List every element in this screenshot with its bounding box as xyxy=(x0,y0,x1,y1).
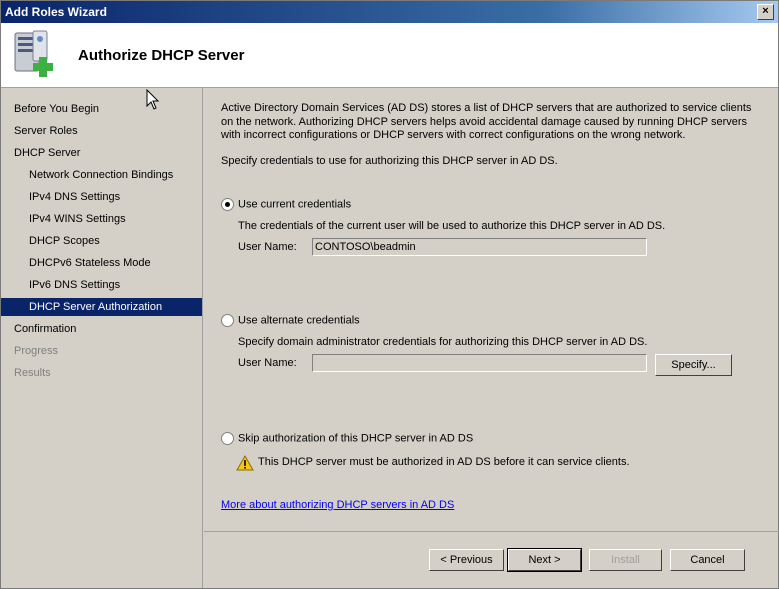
step-server-roles[interactable]: Server Roles xyxy=(1,122,202,140)
wizard-steps-sidebar: Before You Begin Server Roles DHCP Serve… xyxy=(1,88,203,588)
step-network-connection-bindings[interactable]: Network Connection Bindings xyxy=(1,166,202,184)
title-bar[interactable]: Add Roles Wizard × xyxy=(1,1,778,23)
current-user-name-label: User Name: xyxy=(238,241,297,253)
radio-label: Use current credentials xyxy=(238,198,352,211)
current-user-name-field: CONTOSO\beadmin xyxy=(312,238,647,256)
server-add-icon xyxy=(14,30,53,77)
step-dhcpv6-stateless-mode[interactable]: DHCPv6 Stateless Mode xyxy=(1,254,202,272)
radio-use-alternate-credentials[interactable]: Use alternate credentials xyxy=(221,314,360,328)
radio-button-checked[interactable] xyxy=(221,198,234,211)
instruction-text: Specify credentials to use for authorizi… xyxy=(221,155,558,167)
page-title: Authorize DHCP Server xyxy=(78,47,245,64)
radio-button[interactable] xyxy=(221,314,234,327)
alternate-user-name-field[interactable] xyxy=(312,354,647,372)
alternate-credentials-help: Specify domain administrator credentials… xyxy=(238,336,648,348)
radio-button[interactable] xyxy=(221,432,234,445)
step-results: Results xyxy=(14,367,51,379)
warning-text: This DHCP server must be authorized in A… xyxy=(258,456,630,468)
current-credentials-help: The credentials of the current user will… xyxy=(238,220,666,232)
window-title: Add Roles Wizard xyxy=(5,5,107,19)
content-pane: Active Directory Domain Services (AD DS)… xyxy=(204,88,779,528)
radio-skip-authorization[interactable]: Skip authorization of this DHCP server i… xyxy=(221,432,473,446)
alternate-user-name-label: User Name: xyxy=(238,357,297,369)
cancel-button[interactable]: Cancel xyxy=(670,549,745,571)
help-link[interactable]: More about authorizing DHCP servers in A… xyxy=(221,499,454,511)
wizard-window: Add Roles Wizard × Authorize DHCP Server… xyxy=(0,0,779,589)
previous-button[interactable]: < Previous xyxy=(429,549,504,571)
step-dhcp-server[interactable]: DHCP Server xyxy=(1,144,202,162)
wizard-header: Authorize DHCP Server xyxy=(1,23,778,88)
warning-icon xyxy=(236,455,254,471)
footer-divider xyxy=(204,531,779,532)
radio-use-current-credentials[interactable]: Use current credentials xyxy=(221,198,351,212)
step-progress: Progress xyxy=(14,345,59,357)
step-dhcp-scopes[interactable]: DHCP Scopes xyxy=(1,232,202,250)
description-text: Active Directory Domain Services (AD DS)… xyxy=(221,102,752,141)
radio-label: Use alternate credentials xyxy=(238,314,360,327)
step-dhcp-server-authorization[interactable]: DHCP Server Authorization xyxy=(1,298,202,316)
close-button[interactable]: × xyxy=(757,4,774,20)
mouse-pointer-icon xyxy=(146,89,160,110)
step-ipv4-wins-settings[interactable]: IPv4 WINS Settings xyxy=(1,210,202,228)
step-ipv4-dns-settings[interactable]: IPv4 DNS Settings xyxy=(1,188,202,206)
install-button: Install xyxy=(589,549,662,571)
step-confirmation[interactable]: Confirmation xyxy=(1,320,202,338)
next-button[interactable]: Next > xyxy=(507,548,582,572)
step-ipv6-dns-settings[interactable]: IPv6 DNS Settings xyxy=(1,276,202,294)
step-before-you-begin[interactable]: Before You Begin xyxy=(1,100,202,118)
radio-label: Skip authorization of this DHCP server i… xyxy=(238,432,474,445)
specify-button[interactable]: Specify... xyxy=(655,354,732,376)
